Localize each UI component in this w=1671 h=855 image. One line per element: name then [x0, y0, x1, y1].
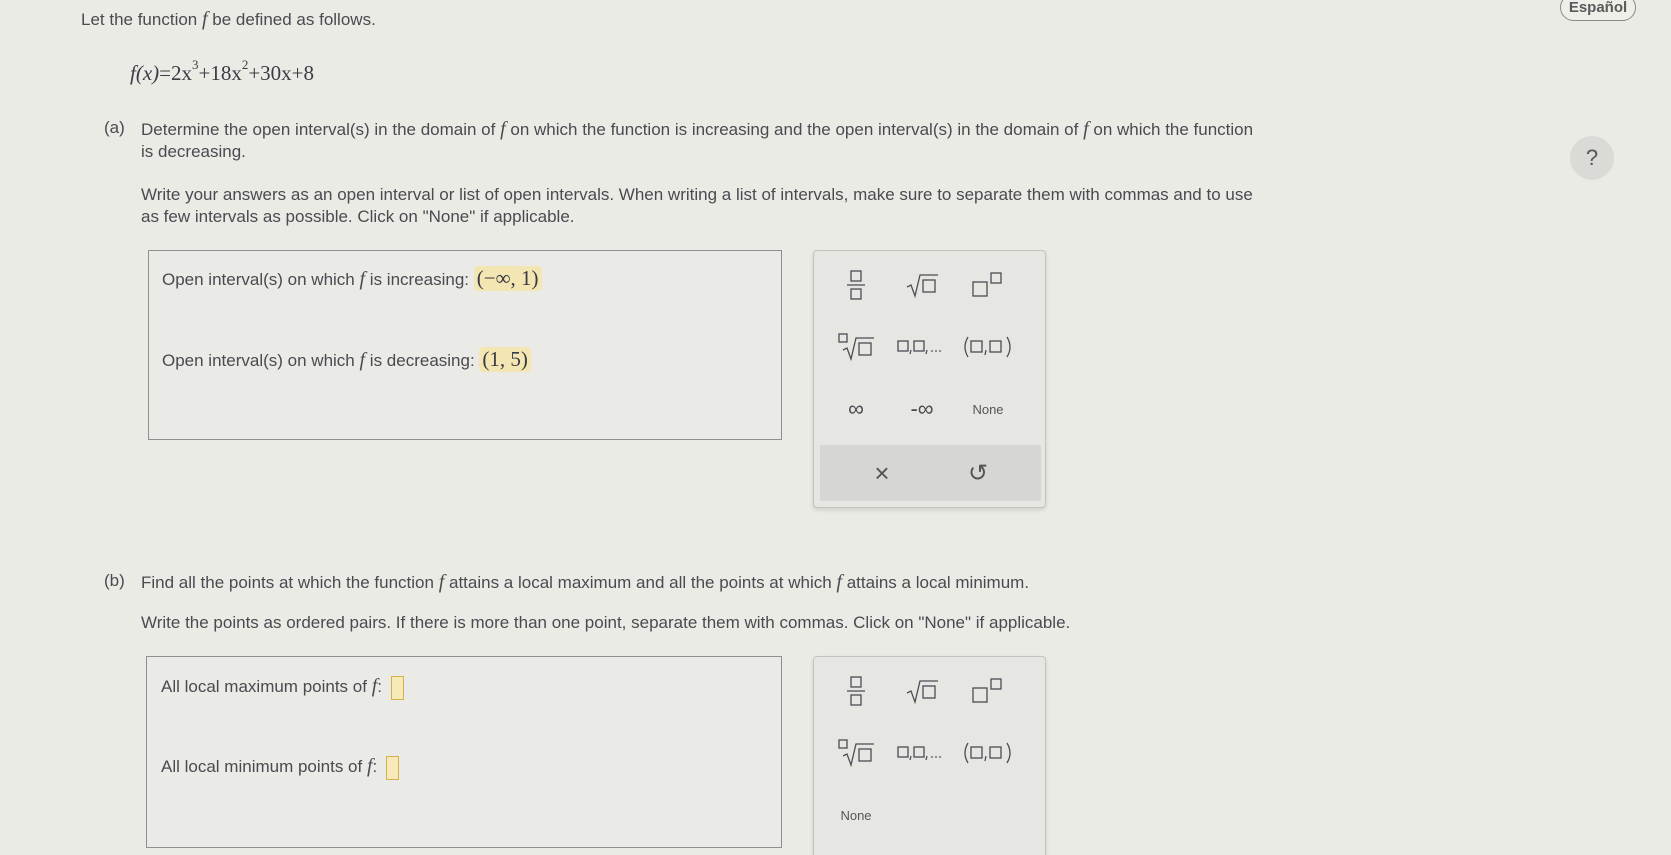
fraction-icon — [847, 676, 865, 706]
part-b-marker: (b) — [104, 571, 125, 590]
part-b-instructions: Write the points as ordered pairs. If th… — [141, 613, 1071, 632]
local-max-input[interactable] — [390, 675, 404, 700]
nth-root-icon — [838, 739, 874, 768]
part-a-question: Determine the open interval(s) in the do… — [141, 118, 1254, 161]
none-button[interactable]: None — [961, 387, 1015, 431]
list-icon — [897, 340, 941, 355]
nth-root-button[interactable] — [829, 731, 883, 775]
intro-text: Let the function f be defined as follows… — [81, 8, 376, 30]
list-icon — [897, 746, 941, 761]
language-toggle-button[interactable]: Español — [1560, 0, 1636, 21]
nth-root-icon — [838, 333, 874, 362]
decreasing-row: Open interval(s) on which f is decreasin… — [162, 347, 531, 372]
undo-button[interactable]: ↺ — [951, 451, 1005, 495]
clear-button[interactable]: × — [855, 451, 909, 495]
page: Let the function f be defined as follows… — [0, 0, 1671, 855]
answer-box-b: All local maximum points of f: All local… — [146, 656, 782, 848]
fraction-button[interactable] — [829, 669, 883, 713]
increasing-answer-input[interactable]: (−∞, 1) — [473, 266, 542, 291]
sqrt-button[interactable] — [895, 263, 949, 307]
local-min-row: All local minimum points of f: — [161, 755, 400, 780]
math-palette-a: ∞ -∞ None × ↺ — [813, 250, 1046, 508]
function-equation: f(x)=2x3+18x2+30x+8 — [130, 57, 315, 85]
ordered-pair-icon — [964, 742, 1011, 764]
decreasing-answer-input[interactable]: (1, 5) — [479, 347, 531, 372]
infinity-button[interactable]: ∞ — [829, 387, 883, 431]
increasing-row: Open interval(s) on which f is increasin… — [162, 266, 542, 291]
negative-infinity-button[interactable]: -∞ — [895, 387, 949, 431]
nth-root-button[interactable] — [829, 325, 883, 369]
list-button[interactable] — [895, 325, 949, 369]
none-button[interactable]: None — [829, 793, 883, 837]
part-b-question: Find all the points at which the functio… — [141, 571, 1030, 593]
exponent-button[interactable] — [961, 669, 1015, 713]
math-palette-b: None — [813, 656, 1046, 855]
fraction-icon — [847, 270, 865, 300]
part-a-instructions: Write your answers as an open interval o… — [141, 185, 1253, 226]
palette-action-bar: × ↺ — [820, 445, 1041, 501]
fraction-button[interactable] — [829, 263, 883, 307]
superscript-icon — [972, 272, 1002, 297]
list-button[interactable] — [895, 731, 949, 775]
superscript-icon — [972, 678, 1002, 703]
ordered-pair-button[interactable] — [961, 731, 1015, 775]
part-a-marker: (a) — [104, 118, 125, 137]
exponent-button[interactable] — [961, 263, 1015, 307]
square-root-icon — [906, 274, 938, 299]
answer-box-a: Open interval(s) on which f is increasin… — [148, 250, 782, 440]
sqrt-button[interactable] — [895, 669, 949, 713]
local-max-row: All local maximum points of f: — [161, 675, 404, 700]
local-min-input[interactable] — [386, 755, 400, 780]
open-interval-icon — [964, 336, 1011, 358]
help-button[interactable]: ? — [1570, 136, 1614, 180]
square-root-icon — [906, 680, 938, 705]
open-interval-button[interactable] — [961, 325, 1015, 369]
